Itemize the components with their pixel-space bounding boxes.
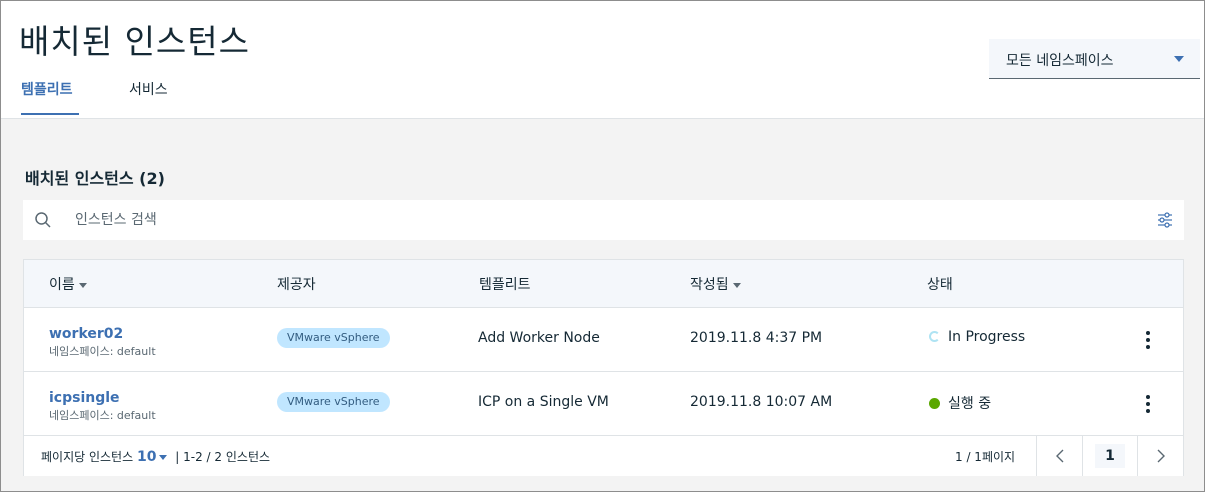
namespace-dropdown-value: 모든 네임스페이스 [1006, 53, 1114, 69]
pagination-items-per-page: 페이지당 인스턴스 10 | 1-2 / 2 인스턴스 [41, 448, 270, 465]
sort-caret-icon [732, 282, 741, 288]
namespace-dropdown[interactable]: 모든 네임스페이스 [989, 39, 1200, 79]
page-title: 배치된 인스턴스 [19, 22, 251, 61]
instance-namespace: 네임스페이스: default [49, 409, 156, 422]
column-header-created[interactable]: 작성됨 [690, 274, 741, 294]
tab-services[interactable]: 서비스 [129, 79, 168, 113]
prev-page-button[interactable] [1036, 436, 1082, 476]
range-label: | 1-2 / 2 인스턴스 [175, 450, 271, 464]
status-cell: In Progress [929, 329, 1025, 345]
instance-name-link[interactable]: worker02 [49, 326, 123, 342]
page-info: 1 / 1페이지 [955, 450, 1016, 464]
status-text: In Progress [948, 329, 1026, 345]
status-text: 실행 중 [948, 396, 992, 412]
per-page-select[interactable]: 10 [137, 449, 171, 465]
running-status-icon [929, 398, 940, 409]
caret-down-icon [1174, 56, 1184, 62]
column-header-name[interactable]: 이름 [49, 274, 87, 294]
chevron-left-icon [1055, 449, 1063, 463]
created-cell: 2019.11.8 10:07 AM [690, 394, 833, 410]
template-cell: ICP on a Single VM [478, 394, 609, 410]
status-cell: 실행 중 [929, 393, 991, 413]
next-page-button[interactable] [1137, 436, 1183, 476]
instance-name-link[interactable]: icpsingle [49, 390, 120, 406]
instances-table: 이름 제공자 템플리트 작성됨 상태 worker02 네임스페이스: defa… [23, 259, 1184, 476]
filter-settings-icon[interactable] [1156, 211, 1174, 229]
column-header-provider: 제공자 [277, 277, 316, 293]
template-cell: Add Worker Node [478, 330, 600, 346]
table-header: 이름 제공자 템플리트 작성됨 상태 [24, 260, 1183, 308]
caret-down-icon [159, 454, 168, 460]
column-header-status: 상태 [927, 277, 953, 293]
provider-tag: VMware vSphere [277, 392, 390, 412]
created-cell: 2019.11.8 4:37 PM [690, 330, 823, 346]
search-icon [35, 212, 51, 228]
per-page-label: 페이지당 인스턴스 [41, 450, 134, 464]
in-progress-icon [929, 331, 940, 342]
overflow-menu-icon[interactable] [1136, 328, 1160, 352]
section-title: 배치된 인스턴스 (2) [25, 169, 165, 188]
page-header: 배치된 인스턴스 템플리트 서비스 모든 네임스페이스 [1, 1, 1204, 119]
search-input[interactable] [71, 200, 1131, 240]
table-row: icpsingle 네임스페이스: default VMware vSphere… [24, 372, 1183, 436]
column-header-template: 템플리트 [479, 277, 531, 293]
tab-templates[interactable]: 템플리트 [21, 79, 79, 115]
provider-tag: VMware vSphere [277, 328, 390, 348]
chevron-right-icon [1157, 449, 1165, 463]
pagination: 페이지당 인스턴스 10 | 1-2 / 2 인스턴스 1 / 1페이지 1 [24, 436, 1183, 476]
sort-caret-icon [78, 282, 87, 288]
search-bar [23, 200, 1184, 240]
current-page[interactable]: 1 [1082, 436, 1137, 476]
table-row: worker02 네임스페이스: default VMware vSphere … [24, 308, 1183, 372]
overflow-menu-icon[interactable] [1136, 392, 1160, 416]
instance-namespace: 네임스페이스: default [49, 345, 156, 358]
